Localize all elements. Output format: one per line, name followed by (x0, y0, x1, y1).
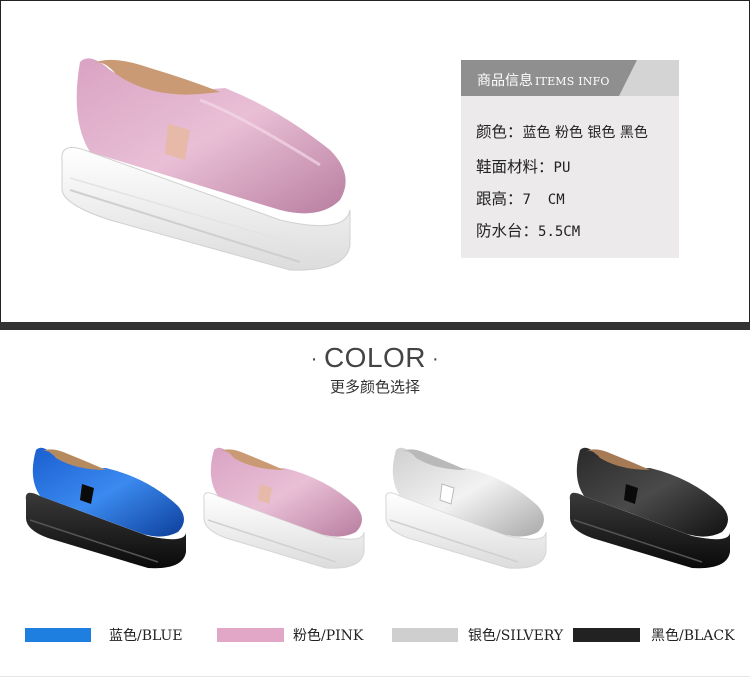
black-color-label[interactable]: 黑色/BLACK (651, 625, 735, 645)
bottom-divider (0, 676, 750, 677)
info-material-label: 鞋面材料： (476, 158, 554, 176)
info-material-value: PU (553, 160, 571, 176)
pink-platform-shoe-image (50, 40, 360, 290)
black-shoe-image[interactable] (562, 440, 732, 580)
section-divider (0, 322, 750, 330)
info-heel-value: 7 CM (522, 192, 565, 208)
info-material-row: 鞋面材料：PU (476, 155, 570, 177)
color-section-subtitle: 更多颜色选择 (329, 378, 420, 396)
silver-shoe-image[interactable] (378, 440, 548, 580)
blue-shoe-image[interactable] (18, 440, 188, 580)
color-section-title: · COLOR · (310, 342, 440, 373)
info-heel-label: 跟高： (476, 190, 523, 208)
info-color-value: 蓝色 粉色 银色 黑色 (522, 125, 648, 141)
blue-color-swatch[interactable] (25, 628, 91, 642)
pink-color-swatch[interactable] (217, 628, 284, 642)
pink-color-label[interactable]: 粉色/PINK (293, 625, 363, 645)
items-info-title-en: ITEMS INFO (535, 75, 610, 88)
info-platform-label: 防水台： (476, 222, 539, 240)
blue-color-label[interactable]: 蓝色/BLUE (109, 625, 183, 645)
pink-shoe-image[interactable] (196, 440, 366, 580)
info-platform-row: 防水台：5.5CM (476, 219, 580, 241)
info-platform-value: 5.5CM (538, 224, 581, 240)
info-color-row: 颜色：蓝色 粉色 银色 黑色 (476, 120, 648, 142)
silver-color-label[interactable]: 银色/SILVERY (468, 625, 563, 645)
items-info-header: 商品信息 ITEMS INFO (461, 60, 679, 96)
items-info-box: 商品信息 ITEMS INFO 颜色：蓝色 粉色 银色 黑色 鞋面材料：PU 跟高… (461, 60, 679, 258)
black-color-swatch[interactable] (573, 628, 640, 642)
info-color-label: 颜色： (476, 123, 523, 141)
color-title-text: COLOR (323, 342, 427, 373)
silver-color-swatch[interactable] (392, 628, 458, 642)
items-info-title-cn: 商品信息 (477, 73, 533, 89)
info-heel-row: 跟高：7 CM (476, 187, 565, 209)
